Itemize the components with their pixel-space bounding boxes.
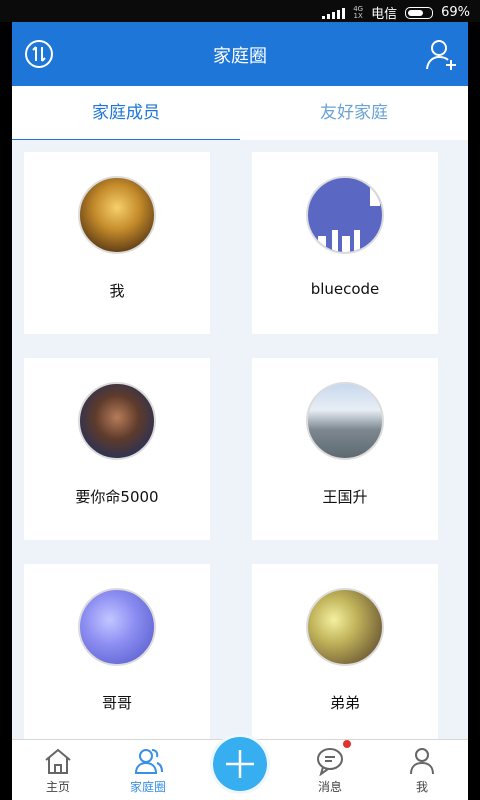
user-icon xyxy=(410,748,434,775)
add-user-icon[interactable] xyxy=(424,38,458,72)
member-card[interactable]: 要你命5000 xyxy=(24,358,210,540)
tab-friend-families-label: 友好家庭 xyxy=(320,103,388,123)
member-name: bluecode xyxy=(310,280,380,298)
nav-messages[interactable]: 消息 xyxy=(295,746,365,795)
blue-text-avatar xyxy=(306,176,384,254)
carrier-label: 电信 xyxy=(371,7,398,22)
member-name: 弟弟 xyxy=(329,694,360,712)
header: 家庭圈 xyxy=(12,22,468,86)
avatar-pattern-icon xyxy=(318,188,380,252)
member-card[interactable]: 王国升 xyxy=(252,358,438,540)
nav-family[interactable]: 家庭圈 xyxy=(113,746,183,795)
member-name: 哥哥 xyxy=(101,694,132,712)
tab-friend-families[interactable]: 友好家庭 xyxy=(240,86,468,140)
network-type: 4G 1X xyxy=(353,4,364,20)
member-name: 王国升 xyxy=(322,488,368,506)
member-card[interactable]: 我 xyxy=(24,152,210,334)
game-avatar xyxy=(78,176,156,254)
nav-home[interactable]: 主页 xyxy=(23,746,93,795)
nav-me[interactable]: 我 xyxy=(387,746,457,795)
message-icon xyxy=(317,748,343,776)
member-card[interactable]: bluecode xyxy=(252,152,438,334)
nav-family-label: 家庭圈 xyxy=(129,780,166,794)
plus-icon xyxy=(226,750,254,778)
landscape-avatar xyxy=(306,382,384,460)
nav-me-label: 我 xyxy=(415,780,428,794)
member-name: 要你命5000 xyxy=(75,488,159,506)
status-bar: 4G 1X 电信 69% xyxy=(0,0,480,22)
member-card[interactable]: 哥哥 xyxy=(24,564,210,746)
squirrel-avatar xyxy=(306,588,384,666)
tab-bar: 家庭成员 友好家庭 xyxy=(12,86,468,142)
page-title: 家庭圈 xyxy=(213,46,267,67)
nav-home-label: 主页 xyxy=(45,780,70,794)
add-button[interactable] xyxy=(213,737,267,791)
portrait-avatar xyxy=(78,382,156,460)
member-card[interactable]: 弟弟 xyxy=(252,564,438,746)
battery-icon xyxy=(405,6,434,19)
battery-percent: 69% xyxy=(441,5,470,20)
tab-family-members-label: 家庭成员 xyxy=(92,103,160,123)
bottom-nav: 主页 家庭圈 消息 我 xyxy=(12,737,468,800)
member-name: 我 xyxy=(109,282,125,300)
signal-icon xyxy=(322,7,346,19)
member-grid: 我 bluecode 要你命5000 王国升 哥哥 弟弟 xyxy=(12,140,468,746)
nav-messages-label: 消息 xyxy=(317,780,342,794)
flower-avatar xyxy=(78,588,156,666)
family-icon xyxy=(134,749,163,774)
home-icon xyxy=(45,748,71,774)
tab-family-members[interactable]: 家庭成员 xyxy=(12,86,240,142)
app: 家庭圈 家庭成员 友好家庭 我 bluecode 要你命5000 王国升 哥哥 … xyxy=(12,22,468,800)
notification-badge xyxy=(343,740,351,748)
